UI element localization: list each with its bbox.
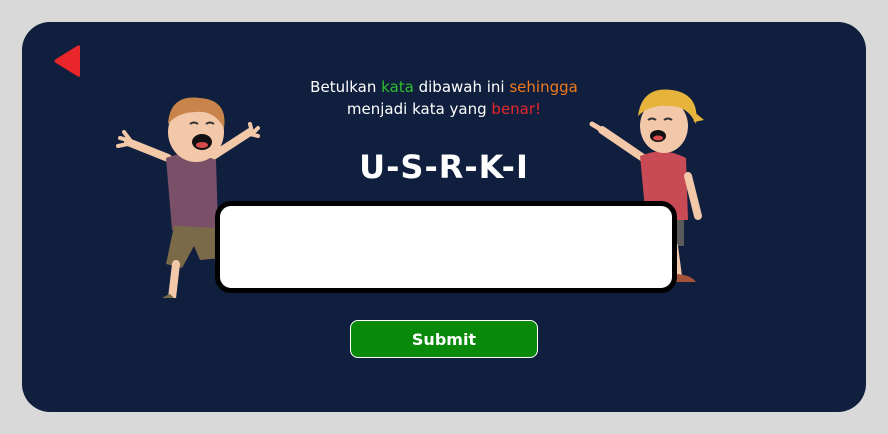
back-arrow-icon[interactable] xyxy=(52,44,86,78)
instruction-highlight-kata: kata xyxy=(381,78,414,96)
instruction-highlight-benar: benar! xyxy=(491,100,542,118)
game-panel: Betulkan kata dibawah ini sehingga menja… xyxy=(22,22,866,412)
submit-button[interactable]: Submit xyxy=(350,320,538,358)
instruction-part1: Betulkan xyxy=(310,78,382,96)
instruction-part3: menjadi kata yang xyxy=(346,100,492,118)
instruction-part2: dibawah ini xyxy=(413,78,510,96)
answer-input[interactable] xyxy=(215,201,677,293)
app-frame: Betulkan kata dibawah ini sehingga menja… xyxy=(0,0,888,434)
instruction-highlight-sehingga: sehingga xyxy=(509,78,578,96)
scrambled-word: U-S-R-K-I xyxy=(359,148,529,186)
instruction-text: Betulkan kata dibawah ini sehingga menja… xyxy=(222,76,666,120)
